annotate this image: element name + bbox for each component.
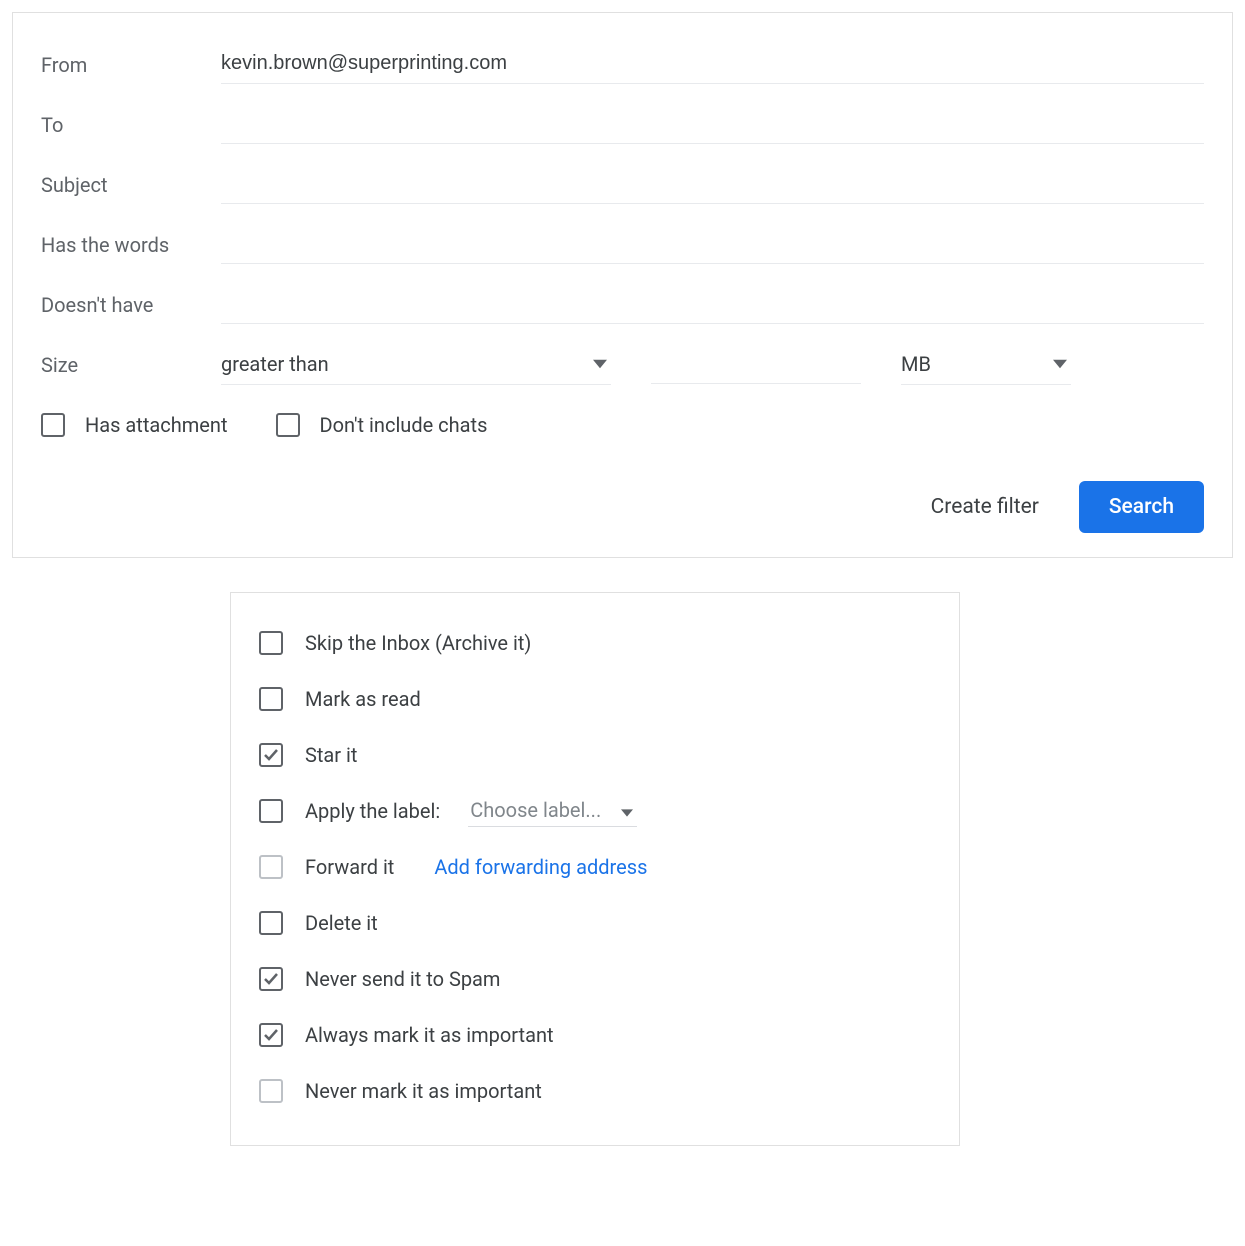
choose-label-dropdown[interactable]: Choose label... bbox=[468, 796, 637, 827]
no-chats-checkbox[interactable]: Don't include chats bbox=[276, 413, 488, 437]
label-has-words: Has the words bbox=[41, 233, 221, 257]
checkbox-delete-it[interactable] bbox=[259, 911, 283, 935]
action-label: Always mark it as important bbox=[305, 1023, 554, 1047]
filter-panel: From To Subject Has the words Doesn't ha bbox=[12, 12, 1233, 558]
label-from: From bbox=[41, 53, 221, 77]
size-comparator-value: greater than bbox=[221, 352, 593, 376]
action-option-skip-inbox: Skip the Inbox (Archive it) bbox=[259, 615, 931, 671]
row-size: Size greater than MB bbox=[41, 335, 1204, 395]
action-label: Never mark it as important bbox=[305, 1079, 542, 1103]
action-label: Apply the label: bbox=[305, 799, 440, 823]
choose-label-value: Choose label... bbox=[470, 798, 601, 822]
label-subject: Subject bbox=[41, 173, 221, 197]
row-doesnt-have: Doesn't have bbox=[41, 275, 1204, 335]
action-label: Delete it bbox=[305, 911, 378, 935]
has-attachment-checkbox[interactable]: Has attachment bbox=[41, 413, 228, 437]
size-unit-dropdown[interactable]: MB bbox=[901, 346, 1071, 385]
search-button[interactable]: Search bbox=[1079, 481, 1204, 533]
action-option-always-important: Always mark it as important bbox=[259, 1007, 931, 1063]
label-to: To bbox=[41, 113, 221, 137]
action-option-delete-it: Delete it bbox=[259, 895, 931, 951]
action-option-forward-it: Forward it Add forwarding address bbox=[259, 839, 931, 895]
action-label: Skip the Inbox (Archive it) bbox=[305, 631, 531, 655]
checkbox-mark-read[interactable] bbox=[259, 687, 283, 711]
checkbox-always-important[interactable] bbox=[259, 1023, 283, 1047]
size-value-input[interactable] bbox=[651, 346, 861, 384]
action-option-star-it: Star it bbox=[259, 727, 931, 783]
checkbox-skip-inbox[interactable] bbox=[259, 631, 283, 655]
label-size: Size bbox=[41, 353, 221, 377]
label-doesnt-have: Doesn't have bbox=[41, 293, 221, 317]
action-option-never-important: Never mark it as important bbox=[259, 1063, 931, 1119]
action-label: Star it bbox=[305, 743, 357, 767]
checkbox-forward-it[interactable] bbox=[259, 855, 283, 879]
checkbox-never-important[interactable] bbox=[259, 1079, 283, 1103]
size-comparator-dropdown[interactable]: greater than bbox=[221, 346, 611, 385]
action-bar: Create filter Search bbox=[41, 481, 1204, 533]
checkbox-star-it[interactable] bbox=[259, 743, 283, 767]
checkbox-icon bbox=[276, 413, 300, 437]
action-label: Forward it bbox=[305, 855, 394, 879]
checkbox-row: Has attachment Don't include chats bbox=[41, 413, 1204, 437]
no-chats-label: Don't include chats bbox=[320, 413, 488, 437]
row-to: To bbox=[41, 95, 1204, 155]
action-option-never-spam: Never send it to Spam bbox=[259, 951, 931, 1007]
caret-down-icon bbox=[621, 798, 633, 822]
caret-down-icon bbox=[593, 359, 607, 369]
action-option-mark-read: Mark as read bbox=[259, 671, 931, 727]
checkbox-never-spam[interactable] bbox=[259, 967, 283, 991]
row-from: From bbox=[41, 35, 1204, 95]
add-forwarding-address-link[interactable]: Add forwarding address bbox=[434, 855, 647, 879]
checkbox-apply-label[interactable] bbox=[259, 799, 283, 823]
filter-actions-panel: Skip the Inbox (Archive it) Mark as read S… bbox=[230, 592, 960, 1146]
action-option-apply-label: Apply the label: Choose label... bbox=[259, 783, 931, 839]
has-words-input[interactable] bbox=[221, 226, 1204, 264]
has-attachment-label: Has attachment bbox=[85, 413, 228, 437]
row-has-words: Has the words bbox=[41, 215, 1204, 275]
from-input[interactable] bbox=[221, 46, 1204, 84]
action-label: Never send it to Spam bbox=[305, 967, 500, 991]
action-label: Mark as read bbox=[305, 687, 421, 711]
size-unit-value: MB bbox=[901, 352, 1053, 376]
subject-input[interactable] bbox=[221, 166, 1204, 204]
checkbox-icon bbox=[41, 413, 65, 437]
to-input[interactable] bbox=[221, 106, 1204, 144]
create-filter-button[interactable]: Create filter bbox=[931, 495, 1039, 519]
row-subject: Subject bbox=[41, 155, 1204, 215]
caret-down-icon bbox=[1053, 359, 1067, 369]
doesnt-have-input[interactable] bbox=[221, 286, 1204, 324]
